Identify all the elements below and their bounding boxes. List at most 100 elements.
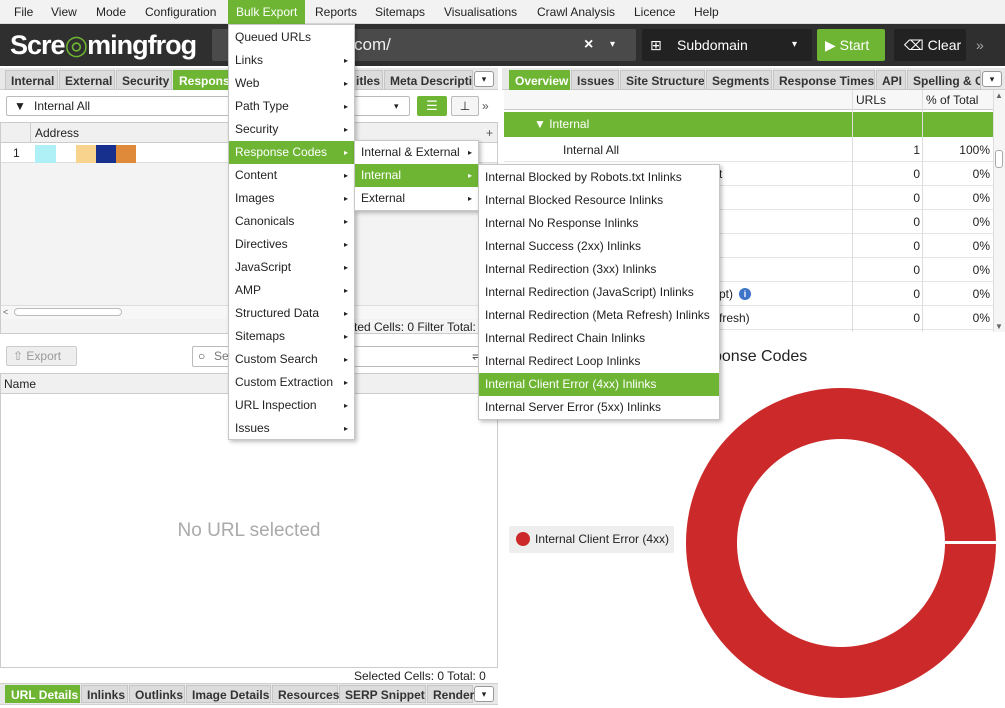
menu-item[interactable]: Web ▸ [229,72,354,95]
submenu-arrow-icon: ▸ [343,332,348,341]
submenu-arrow-icon: ▸ [343,355,348,364]
menu-licence[interactable]: Licence [626,0,683,24]
clear-button[interactable]: ⌫ Clear [894,29,966,61]
tab-overview[interactable]: Overview [509,70,570,90]
menu-item[interactable]: AMP ▸ [229,279,354,302]
export-button[interactable]: ⇧ Export [6,346,77,366]
menu-item-label: Internal Blocked by Robots.txt Inlinks [485,170,682,184]
tree-view-icon[interactable]: ⊥ [451,96,479,116]
menu-item[interactable]: Internal Redirect Chain Inlinks [479,327,719,350]
menu-item[interactable]: Internal Client Error (4xx) Inlinks [479,373,719,396]
menu-item-label: Issues [235,421,270,435]
redacted-block [76,145,96,163]
tab-inlinks[interactable]: Inlinks [81,685,128,703]
menu-item[interactable]: Images ▸ [229,187,354,210]
start-button[interactable]: ▶ Start [817,29,885,61]
tab-resources[interactable]: Resources [272,685,339,703]
menu-configuration[interactable]: Configuration [137,0,224,24]
tab-url-details[interactable]: URL Details [5,685,80,703]
list-view-icon[interactable]: ☰ [417,96,447,116]
menu-item[interactable]: Internal Server Error (5xx) Inlinks [479,396,719,419]
menu-item[interactable]: Internal ▸ [355,164,478,187]
tab-site-structure[interactable]: Site Structure [620,70,705,90]
menu-item[interactable]: Queued URLs [229,26,354,49]
url-text: com/ [354,35,391,54]
menu-item[interactable]: Internal No Response Inlinks [479,212,719,235]
menu-item[interactable]: Directives ▸ [229,233,354,256]
menu-item[interactable]: Internal Redirect Loop Inlinks [479,350,719,373]
mode-label: Subdomain [677,37,748,53]
menu-item[interactable]: Internal Redirection (JavaScript) Inlink… [479,281,719,304]
menu-item[interactable]: Internal Blocked Resource Inlinks [479,189,719,212]
logo: Scre◎mingfrog [10,28,197,62]
menu-item-label: Structured Data [235,306,320,320]
tab-response-times[interactable]: Response Times [773,70,875,90]
menu-visualisations[interactable]: Visualisations [436,0,525,24]
menu-item[interactable]: Internal Success (2xx) Inlinks [479,235,719,258]
menu-bulk-export[interactable]: Bulk Export [228,0,306,24]
info-icon[interactable]: i [739,288,751,300]
mode-dropdown-icon[interactable]: ▾ [792,29,797,61]
menu-sitemaps[interactable]: Sitemaps [367,0,433,24]
tab-outlinks[interactable]: Outlinks [129,685,185,703]
tab-spelling-grammar[interactable]: Spelling & G [907,70,981,90]
menu-item[interactable]: Links ▸ [229,49,354,72]
menu-item[interactable]: Response Codes ▸ [229,141,354,164]
tab-external[interactable]: External [59,70,115,90]
menu-item[interactable]: Internal Redirection (3xx) Inlinks [479,258,719,281]
add-column-icon[interactable]: + [486,123,493,143]
menu-item[interactable]: JavaScript ▸ [229,256,354,279]
menu-item[interactable]: Path Type ▸ [229,95,354,118]
tab-issues[interactable]: Issues [571,70,619,90]
vertical-scrollbar[interactable] [993,90,1005,332]
bottom-tabs-dropdown-icon[interactable]: ▾ [474,686,494,702]
left-tabs-dropdown-icon[interactable]: ▾ [474,71,494,87]
filter-dropdown-icon[interactable]: ▾ [394,96,399,116]
menu-item[interactable]: Canonicals ▸ [229,210,354,233]
menu-crawl-analysis[interactable]: Crawl Analysis [529,0,623,24]
tab-response-codes[interactable]: Respons [173,70,229,90]
tab-serp-snippet[interactable]: SERP Snippet [339,685,426,703]
menu-mode[interactable]: Mode [88,0,134,24]
scroll-down-icon[interactable]: ▼ [995,322,1003,331]
menu-reports[interactable]: Reports [307,0,365,24]
menu-item[interactable]: Security ▸ [229,118,354,141]
menu-item[interactable]: Content ▸ [229,164,354,187]
tab-segments[interactable]: Segments [706,70,772,90]
menu-item[interactable]: Structured Data ▸ [229,302,354,325]
tab-render[interactable]: Render [427,685,474,703]
menu-item[interactable]: URL Inspection ▸ [229,394,354,417]
right-tabs-dropdown-icon[interactable]: ▾ [982,71,1002,87]
urls-column-header[interactable]: URLs [856,90,886,110]
view-more-icon[interactable]: » [482,96,489,116]
menu-view[interactable]: View [43,0,85,24]
address-column-header[interactable]: Address [35,123,79,143]
tab-internal[interactable]: Internal [5,70,58,90]
tab-security[interactable]: Security [116,70,172,90]
column-divider [922,90,923,332]
menu-item[interactable]: Custom Search ▸ [229,348,354,371]
tab-api[interactable]: API [876,70,906,90]
scrollbar-thumb[interactable] [14,308,122,316]
clear-url-icon[interactable]: × [584,29,593,61]
menu-item[interactable]: Internal & External ▸ [355,141,478,164]
menu-item-label: Web [235,76,260,90]
menu-item[interactable]: External ▸ [355,187,478,210]
menu-item-label: Internal Redirect Loop Inlinks [485,354,641,368]
scroll-left-icon[interactable]: < [3,305,8,319]
tab-image-details[interactable]: Image Details [186,685,271,703]
name-column-header[interactable]: Name [4,374,36,394]
menu-help[interactable]: Help [686,0,727,24]
scrollbar-thumb[interactable] [995,150,1003,168]
toolbar-more-icon[interactable]: » [976,29,984,61]
menu-item[interactable]: Custom Extraction ▸ [229,371,354,394]
menu-item[interactable]: Internal Redirection (Meta Refresh) Inli… [479,304,719,327]
percent-column-header[interactable]: % of Total [926,90,978,110]
menu-item[interactable]: Sitemaps ▸ [229,325,354,348]
scroll-up-icon[interactable]: ▲ [995,91,1003,100]
menu-item[interactable]: Issues ▸ [229,417,354,440]
url-dropdown-icon[interactable]: ▾ [610,29,615,61]
menu-item[interactable]: Internal Blocked by Robots.txt Inlinks [479,166,719,189]
menu-file[interactable]: File [6,0,41,24]
tab-meta-description[interactable]: Meta Descripti [384,70,473,90]
